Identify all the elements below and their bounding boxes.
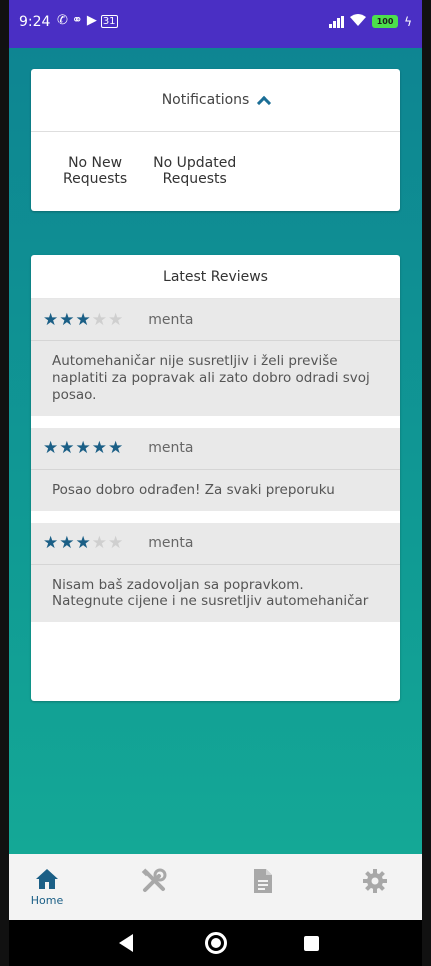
updated-requests-status: No Updated Requests bbox=[153, 155, 236, 187]
back-icon[interactable] bbox=[119, 934, 133, 952]
nav-item-home[interactable]: Home bbox=[17, 854, 77, 920]
updated-requests-line2: Requests bbox=[162, 171, 227, 188]
star-filled-icon: ★ bbox=[91, 438, 108, 459]
star-empty-icon: ★ bbox=[108, 533, 125, 553]
recent-apps-icon[interactable] bbox=[304, 936, 319, 951]
reviewer-name: menta bbox=[148, 311, 194, 328]
star-filled-icon: ★ bbox=[75, 533, 92, 553]
review-header: ★ ★ ★ ★ ★ menta bbox=[31, 299, 400, 341]
star-rating: ★ ★ ★ ★ ★ bbox=[43, 310, 124, 330]
new-requests-line2: Requests bbox=[63, 171, 128, 188]
star-rating: ★ ★ ★ ★ ★ bbox=[43, 438, 124, 458]
settings-icon bbox=[363, 869, 387, 893]
star-rating: ★ ★ ★ ★ ★ bbox=[43, 533, 124, 553]
reviews-title: Latest Reviews bbox=[31, 255, 400, 299]
bottom-navigation: Home bbox=[9, 854, 422, 920]
reviewer-name: menta bbox=[148, 535, 194, 551]
review-item[interactable]: ★ ★ ★ ★ ★ menta Automehaničar nije susretlji… bbox=[31, 299, 400, 416]
wifi-calling-icon: ✆ bbox=[57, 13, 72, 28]
chevron-up-icon[interactable] bbox=[257, 95, 272, 111]
new-requests-line1: No New bbox=[68, 155, 123, 171]
nav-item-tools[interactable] bbox=[124, 854, 184, 920]
star-filled-icon: ★ bbox=[75, 309, 92, 330]
battery-icon: 100 bbox=[372, 15, 399, 28]
document-icon bbox=[254, 869, 272, 893]
nav-item-settings[interactable] bbox=[345, 854, 405, 920]
star-filled-icon: ★ bbox=[43, 438, 60, 459]
notifications-body: No New Requests No Updated Requests bbox=[31, 132, 400, 187]
tools-icon bbox=[141, 868, 167, 892]
wifi-icon bbox=[350, 14, 367, 29]
youtube-icon: ▶ bbox=[86, 13, 101, 28]
charging-icon: ϟ bbox=[404, 14, 412, 29]
link-icon: ⚭ bbox=[71, 13, 87, 28]
signal-icon bbox=[329, 15, 345, 28]
star-empty-icon: ★ bbox=[91, 309, 108, 330]
review-text: Nisam baš zadovoljan sa popravkom. Nateg… bbox=[52, 576, 369, 610]
main-content: Notifications No New Requests No Updated… bbox=[9, 48, 422, 854]
review-header: ★ ★ ★ ★ ★ menta bbox=[31, 428, 400, 470]
notifications-card: Notifications No New Requests No Updated… bbox=[31, 69, 400, 211]
notifications-title: Notifications bbox=[161, 92, 250, 108]
status-right: 100 ϟ bbox=[329, 14, 412, 29]
new-requests-status: No New Requests bbox=[63, 155, 127, 187]
star-filled-icon: ★ bbox=[59, 533, 76, 553]
review-item[interactable]: ★ ★ ★ ★ ★ menta Posao dobro odrađen! Za svak… bbox=[31, 427, 400, 511]
nav-label-home: Home bbox=[30, 894, 64, 907]
reviewer-name: menta bbox=[148, 440, 194, 457]
status-time: 9:24 bbox=[19, 14, 51, 30]
review-text: Automehaničar nije susretljiv i želi pre… bbox=[52, 353, 370, 403]
star-empty-icon: ★ bbox=[91, 533, 108, 553]
updated-requests-line1: No Updated bbox=[153, 155, 237, 171]
home-button-icon[interactable] bbox=[205, 932, 227, 954]
star-filled-icon: ★ bbox=[59, 438, 76, 459]
star-filled-icon: ★ bbox=[75, 438, 92, 459]
review-item[interactable]: ★ ★ ★ ★ ★ menta Nisam baš zadovoljan sa popr… bbox=[31, 522, 400, 623]
star-filled-icon: ★ bbox=[43, 309, 60, 330]
app-screen: 9:24 ✆⚭▶ 31 100 ϟ Notifications No New R… bbox=[9, 0, 422, 966]
star-filled-icon: ★ bbox=[43, 533, 60, 553]
system-navigation-bar bbox=[9, 920, 422, 966]
notifications-header[interactable]: Notifications bbox=[31, 69, 400, 132]
status-bar: 9:24 ✆⚭▶ 31 100 ϟ bbox=[9, 0, 422, 48]
review-header: ★ ★ ★ ★ ★ menta bbox=[31, 523, 400, 565]
latest-reviews-card: Latest Reviews ★ ★ ★ ★ ★ menta Automehaničar… bbox=[31, 255, 400, 701]
nav-item-documents[interactable] bbox=[233, 854, 293, 920]
calendar-icon: 31 bbox=[100, 15, 118, 28]
notification-icons: ✆⚭▶ 31 bbox=[57, 13, 118, 28]
star-filled-icon: ★ bbox=[108, 438, 125, 459]
star-filled-icon: ★ bbox=[59, 309, 76, 330]
star-empty-icon: ★ bbox=[108, 309, 125, 330]
review-text: Posao dobro odrađen! Za svaki preporuku bbox=[52, 481, 335, 498]
home-icon bbox=[36, 869, 58, 889]
